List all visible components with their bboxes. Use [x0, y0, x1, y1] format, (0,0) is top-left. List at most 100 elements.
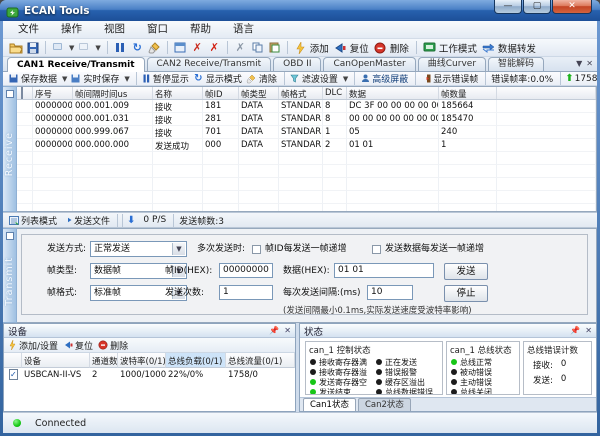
- tab-obd2[interactable]: OBD II: [273, 57, 321, 71]
- id-increment-checkbox[interactable]: [252, 245, 261, 254]
- send-times-input[interactable]: 1: [219, 285, 273, 300]
- paste-icon[interactable]: [267, 40, 282, 55]
- show-error-frames-icon[interactable]: [421, 71, 431, 86]
- add-button-label[interactable]: 添加: [310, 41, 329, 55]
- advanced-mask-icon[interactable]: [360, 71, 370, 86]
- save-data-label[interactable]: 保存数据: [21, 72, 57, 85]
- tab-curve[interactable]: 曲线Curver: [418, 57, 486, 71]
- data-forward-icon[interactable]: [481, 40, 496, 55]
- pin-icon[interactable]: 📌: [269, 326, 279, 336]
- reset-icon[interactable]: [333, 40, 348, 55]
- col-frame-format[interactable]: 帧格式: [279, 87, 323, 99]
- select-all-checkbox[interactable]: [21, 87, 23, 99]
- tab-can1-status[interactable]: Can1状态: [303, 398, 356, 411]
- display-mode-label[interactable]: 显示模式: [206, 72, 242, 85]
- toolbar-overflow-icon[interactable]: ▼: [343, 75, 348, 83]
- filter-settings-label[interactable]: 滤波设置: [302, 72, 338, 85]
- tab-can2[interactable]: CAN2 Receive/Transmit: [147, 57, 272, 71]
- tab-can2-status[interactable]: Can2状态: [358, 398, 411, 411]
- data-hex-input[interactable]: 01 01: [334, 263, 434, 278]
- disconnect-device-icon[interactable]: [77, 40, 92, 55]
- send-button[interactable]: 发送: [444, 263, 488, 280]
- col-interval[interactable]: 帧间隔时间us: [73, 87, 153, 99]
- interval-input[interactable]: 10: [367, 285, 413, 300]
- device-checkbox[interactable]: ✓: [9, 369, 18, 380]
- cut-icon[interactable]: ✗: [233, 40, 248, 55]
- device-reset-icon[interactable]: [62, 338, 73, 353]
- tab-overflow-icon[interactable]: ▼: [576, 59, 582, 69]
- delete-button-label[interactable]: 删除: [390, 41, 409, 55]
- col-frame-id[interactable]: 帧ID: [203, 87, 239, 99]
- clear-label[interactable]: 清除: [259, 72, 277, 85]
- send-mode-select[interactable]: 正常发送▼: [90, 241, 187, 257]
- work-mode-label[interactable]: 工作模式: [439, 41, 477, 55]
- open-file-icon[interactable]: [8, 40, 23, 55]
- connect-dropdown-arrow[interactable]: ▼: [69, 44, 74, 52]
- edit-delete-icon[interactable]: ✗: [190, 40, 205, 55]
- table-row[interactable]: 00000003 000.000.000 发送成功 000 DATA STAND…: [17, 139, 596, 152]
- work-mode-icon[interactable]: [422, 40, 437, 55]
- add-icon[interactable]: [293, 40, 308, 55]
- pin-icon[interactable]: 📌: [570, 326, 580, 336]
- realtime-save-icon[interactable]: [70, 73, 81, 84]
- col-device[interactable]: 设备: [22, 353, 90, 368]
- add-settings-icon[interactable]: [8, 338, 17, 353]
- receive-side-tab[interactable]: Receive: [3, 86, 17, 212]
- col-bus-load[interactable]: 总线负载(0/1): [166, 353, 226, 368]
- frame-id-input[interactable]: 00000000: [219, 263, 273, 278]
- device-delete-label[interactable]: 删除: [110, 339, 128, 352]
- col-baud[interactable]: 波特率(0/1): [118, 353, 166, 368]
- clear-brush-icon[interactable]: [147, 40, 162, 55]
- transmit-collapse-icon[interactable]: [6, 232, 14, 240]
- data-increment-checkbox[interactable]: [372, 245, 381, 254]
- close-button[interactable]: ✕: [552, 0, 592, 14]
- close-icon[interactable]: ✕: [585, 326, 592, 336]
- menu-view[interactable]: 视图: [93, 21, 136, 38]
- menu-window[interactable]: 窗口: [136, 21, 179, 38]
- col-index[interactable]: 序号: [33, 87, 73, 99]
- list-mode-label[interactable]: 列表模式: [21, 214, 57, 227]
- table-row[interactable]: 00000001 000.001.031 接收 281 DATA STANDAR…: [17, 113, 596, 126]
- menu-help[interactable]: 帮助: [179, 21, 222, 38]
- col-frame-type[interactable]: 帧类型: [239, 87, 279, 99]
- tab-decode[interactable]: 智能解码: [488, 57, 544, 71]
- table-row[interactable]: 00000002 000.999.067 接收 701 DATA STANDAR…: [17, 126, 596, 139]
- col-name[interactable]: 名称: [153, 87, 203, 99]
- clear-icon[interactable]: [246, 71, 257, 86]
- pause-display-icon[interactable]: [142, 71, 151, 86]
- device-delete-icon[interactable]: [97, 338, 108, 353]
- filter-icon[interactable]: [290, 71, 300, 86]
- stop-button[interactable]: 停止: [444, 285, 488, 302]
- show-error-frames-label[interactable]: 显示错误帧: [433, 72, 478, 85]
- disconnect-dropdown-arrow[interactable]: ▼: [95, 44, 100, 52]
- tab-can1[interactable]: CAN1 Receive/Transmit: [7, 57, 145, 72]
- menu-language[interactable]: 语言: [222, 21, 265, 38]
- table-row[interactable]: 00000000 000.001.009 接收 181 DATA STANDAR…: [17, 100, 596, 113]
- id-increment-label[interactable]: 帧ID每发送一帧递增: [265, 241, 347, 257]
- col-channels[interactable]: 通道数: [90, 353, 118, 368]
- tab-close-icon[interactable]: ✕: [586, 59, 593, 69]
- send-file-label[interactable]: 发送文件: [74, 214, 110, 227]
- send-file-icon[interactable]: [61, 213, 72, 228]
- col-bus-flow[interactable]: 总线流量(0/1): [226, 353, 295, 368]
- device-reset-label[interactable]: 复位: [75, 339, 93, 352]
- refresh-icon[interactable]: ↻: [130, 40, 145, 55]
- data-increment-label[interactable]: 发送数据每发送一帧递增: [385, 241, 484, 257]
- tab-canopen[interactable]: CanOpenMaster: [323, 57, 415, 71]
- maximize-button[interactable]: ▢: [523, 0, 551, 14]
- delete-icon[interactable]: [373, 40, 388, 55]
- menu-file[interactable]: 文件: [7, 21, 50, 38]
- minimize-button[interactable]: —: [494, 0, 522, 14]
- connect-device-icon[interactable]: [51, 40, 66, 55]
- col-data[interactable]: 数据: [347, 87, 439, 99]
- data-forward-label[interactable]: 数据转发: [498, 41, 536, 55]
- device-row[interactable]: ✓ USBCAN-II-VS 2 1000/1000 22%/0% 1758/0: [4, 368, 295, 382]
- new-window-icon[interactable]: [173, 40, 188, 55]
- close-icon[interactable]: ✕: [284, 326, 291, 336]
- reset-button-label[interactable]: 复位: [350, 41, 369, 55]
- transmit-side-tab[interactable]: Transmit: [3, 228, 17, 323]
- realtime-save-label[interactable]: 实时保存: [83, 72, 119, 85]
- col-frame-count[interactable]: 帧数量: [439, 87, 497, 99]
- col-dlc[interactable]: DLC: [323, 87, 347, 99]
- menu-operation[interactable]: 操作: [50, 21, 93, 38]
